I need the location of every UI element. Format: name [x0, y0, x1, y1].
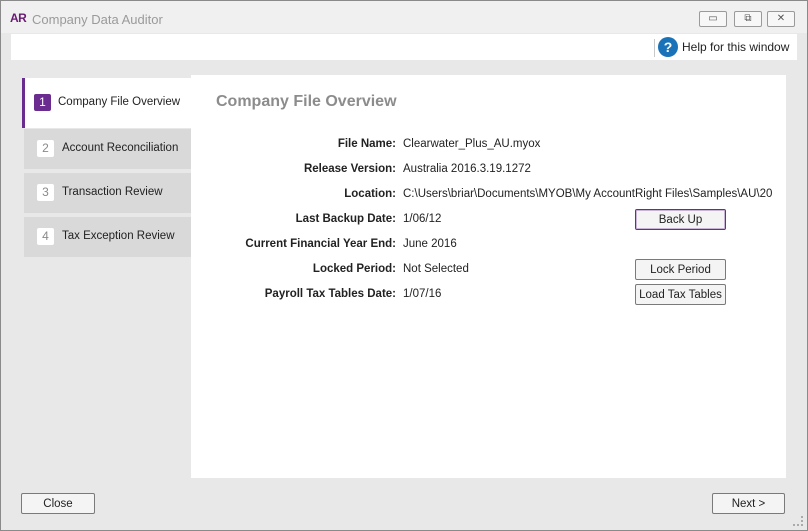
step-number: 1	[34, 94, 51, 111]
step-company-file-overview[interactable]: 1 Company File Overview	[22, 78, 191, 128]
close-window-button[interactable]: ✕	[767, 11, 795, 27]
resize-grip-icon[interactable]	[793, 516, 803, 526]
step-number: 4	[37, 228, 54, 245]
close-button[interactable]: Close	[21, 493, 95, 514]
window-title: Company Data Auditor	[32, 12, 163, 27]
financial-year-end-label: Current Financial Year End:	[245, 238, 396, 250]
location-label: Location:	[344, 188, 396, 200]
locked-period-label: Locked Period:	[312, 263, 396, 275]
payroll-tax-tables-date-label: Payroll Tax Tables Date:	[264, 288, 396, 300]
release-version-label: Release Version:	[303, 163, 396, 175]
payroll-tax-tables-date-value: 1/07/16	[403, 288, 442, 300]
restore-button[interactable]: ⧉	[734, 11, 762, 27]
title-bar: AR Company Data Auditor ▭ ⧉ ✕	[1, 1, 807, 33]
company-data-auditor-window: AR Company Data Auditor ▭ ⧉ ✕ ? Help for…	[0, 0, 808, 531]
step-number: 2	[37, 140, 54, 157]
divider	[654, 39, 655, 57]
next-button[interactable]: Next >	[712, 493, 785, 514]
help-icon[interactable]: ?	[658, 37, 678, 57]
step-label: Account Reconciliation	[62, 142, 179, 154]
step-label: Transaction Review	[62, 186, 163, 198]
release-version-value: Australia 2016.3.19.1272	[403, 163, 531, 175]
minimize-button[interactable]: ▭	[699, 11, 727, 27]
step-account-reconciliation[interactable]: 2 Account Reconciliation	[24, 129, 191, 169]
help-link[interactable]: Help for this window	[682, 40, 789, 54]
file-name-value: Clearwater_Plus_AU.myox	[403, 138, 541, 150]
financial-year-end-value: June 2016	[403, 238, 457, 250]
step-tax-exception-review[interactable]: 4 Tax Exception Review	[24, 217, 191, 257]
load-tax-tables-button[interactable]: Load Tax Tables	[635, 284, 726, 305]
step-transaction-review[interactable]: 3 Transaction Review	[24, 173, 191, 213]
page-title: Company File Overview	[216, 93, 397, 110]
step-label: Company File Overview	[58, 96, 181, 108]
location-value: C:\Users\briar\Documents\MYOB\My Account…	[403, 188, 773, 200]
back-up-button[interactable]: Back Up	[635, 209, 726, 230]
last-backup-date-value: 1/06/12	[403, 213, 442, 225]
app-logo-icon: AR	[10, 11, 27, 25]
step-number: 3	[37, 184, 54, 201]
locked-period-value: Not Selected	[403, 263, 469, 275]
last-backup-date-label: Last Backup Date:	[295, 213, 396, 225]
step-label: Tax Exception Review	[62, 230, 175, 242]
lock-period-button[interactable]: Lock Period	[635, 259, 726, 280]
file-name-label: File Name:	[337, 138, 396, 150]
overview-panel: Company File Overview File Name: Clearwa…	[191, 75, 786, 478]
help-bar: ? Help for this window	[11, 34, 797, 60]
